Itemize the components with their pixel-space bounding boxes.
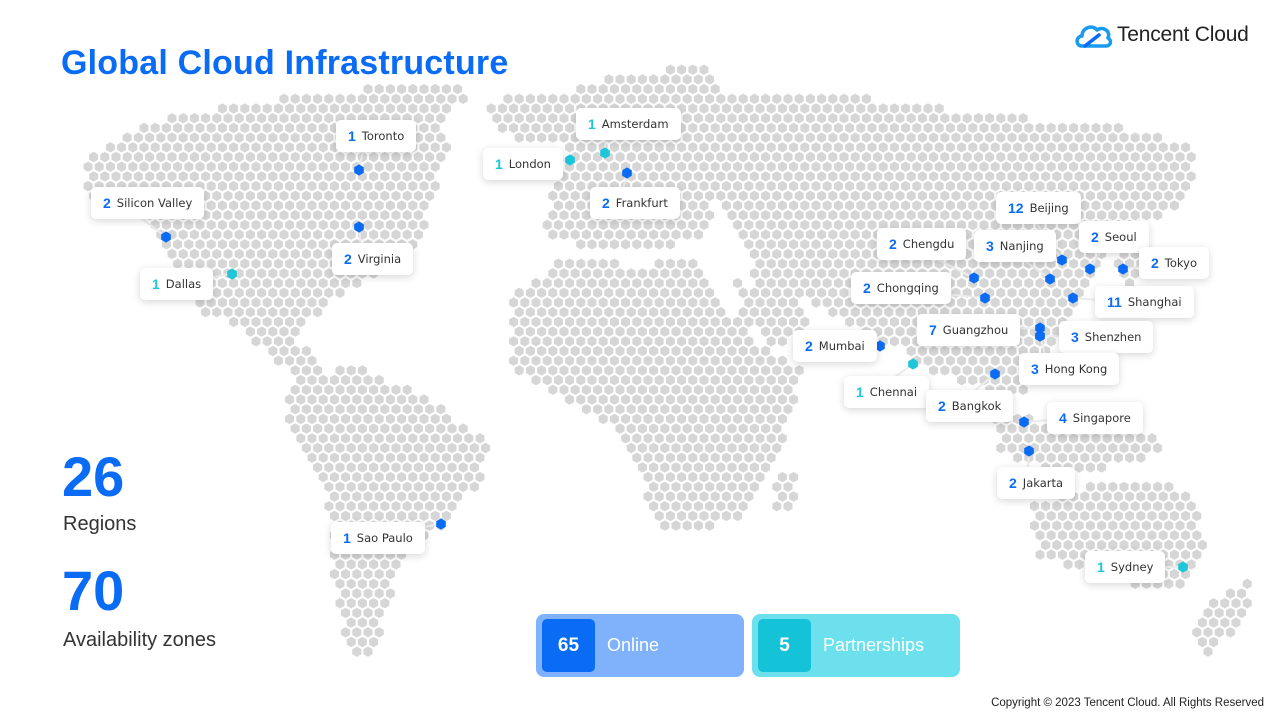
cloud-icon (1075, 25, 1113, 48)
region-callout-singapore[interactable]: 4 Singapore (1047, 402, 1143, 434)
zone-count: 1 (152, 276, 160, 292)
region-callout-dallas[interactable]: 1 Dallas (140, 268, 214, 300)
zone-count: 2 (103, 195, 111, 211)
city-name: Amsterdam (601, 117, 669, 131)
city-name: Virginia (357, 252, 402, 266)
region-callout-beijing[interactable]: 12 Beijing (996, 192, 1081, 224)
online-label: Online (607, 635, 660, 655)
region-callout-mumbai[interactable]: 2 Mumbai (793, 330, 877, 362)
regions-label: Regions (63, 513, 137, 535)
city-name: Silicon Valley (116, 196, 193, 210)
online-summary: 65 Online (536, 614, 744, 677)
city-name: Hong Kong (1044, 362, 1108, 376)
city-name: Singapore (1072, 411, 1131, 425)
zone-count: 11 (1107, 294, 1122, 310)
region-callout-nanjing[interactable]: 3 Nanjing (974, 230, 1056, 262)
zone-count: 3 (1031, 361, 1039, 377)
zone-count: 2 (1009, 475, 1017, 491)
availability-zones-count: 70 (62, 559, 125, 622)
region-callout-silicon-valley[interactable]: 2 Silicon Valley (91, 187, 205, 219)
partnerships-count-badge: 5 (758, 619, 811, 672)
logo-text: Tencent Cloud (1117, 23, 1249, 46)
city-name: Guangzhou (942, 323, 1009, 337)
zone-count: 1 (495, 156, 503, 172)
city-name: Tokyo (1164, 256, 1197, 270)
zone-count: 1 (588, 116, 596, 132)
region-callout-sydney[interactable]: 1 Sydney (1085, 551, 1166, 583)
city-name: Chengdu (902, 237, 955, 251)
zone-count: 1 (343, 530, 351, 546)
region-callout-virginia[interactable]: 2 Virginia (332, 243, 414, 275)
city-name: Beijing (1029, 201, 1069, 215)
city-name: Jakarta (1022, 476, 1064, 490)
copyright-text: Copyright © 2023 Tencent Cloud. All Righ… (991, 697, 1264, 709)
partnerships-summary: 5 Partnerships (752, 614, 960, 677)
zone-count: 7 (929, 322, 937, 338)
region-callout-shanghai[interactable]: 11 Shanghai (1095, 286, 1194, 318)
city-name: Bangkok (951, 399, 1002, 413)
region-callout-chennai[interactable]: 1 Chennai (844, 376, 930, 408)
region-callout-amsterdam[interactable]: 1 Amsterdam (576, 108, 681, 140)
region-callout-seoul[interactable]: 2 Seoul (1079, 221, 1149, 253)
region-callout-sao-paulo[interactable]: 1 Sao Paulo (331, 522, 425, 554)
region-callout-toronto[interactable]: 1 Toronto (336, 120, 417, 152)
region-callout-jakarta[interactable]: 2 Jakarta (997, 467, 1076, 499)
city-name: Seoul (1104, 230, 1137, 244)
zone-count: 3 (1071, 329, 1079, 345)
zone-count: 2 (889, 236, 897, 252)
city-name: Shanghai (1127, 295, 1182, 309)
zone-count: 1 (1097, 559, 1105, 575)
zone-count: 2 (1091, 229, 1099, 245)
zone-count: 2 (863, 280, 871, 296)
tencent-cloud-logo: Tencent Cloud (1073, 20, 1249, 50)
city-name: Sao Paulo (356, 531, 413, 545)
city-name: Dallas (165, 277, 202, 291)
city-name: Shenzhen (1084, 330, 1142, 344)
regions-count: 26 (62, 445, 125, 508)
region-callout-chengdu[interactable]: 2 Chengdu (877, 228, 967, 260)
region-callout-tokyo[interactable]: 2 Tokyo (1139, 247, 1209, 279)
zone-count: 2 (602, 195, 610, 211)
zone-count: 2 (938, 398, 946, 414)
region-callout-shenzhen[interactable]: 3 Shenzhen (1059, 321, 1154, 353)
city-name: Nanjing (999, 239, 1044, 253)
zone-count: 2 (344, 251, 352, 267)
zone-count: 2 (1151, 255, 1159, 271)
region-callout-hong-kong[interactable]: 3 Hong Kong (1019, 353, 1120, 385)
zone-count: 2 (805, 338, 813, 354)
city-name: Chennai (869, 385, 918, 399)
region-callout-bangkok[interactable]: 2 Bangkok (926, 390, 1014, 422)
city-name: Toronto (361, 129, 405, 143)
zone-count: 12 (1008, 200, 1024, 216)
city-name: Chongqing (876, 281, 939, 295)
region-callout-london[interactable]: 1 London (483, 148, 563, 180)
city-name: Frankfurt (615, 196, 668, 210)
region-callout-frankfurt[interactable]: 2 Frankfurt (590, 187, 680, 219)
region-callout-chongqing[interactable]: 2 Chongqing (851, 272, 951, 304)
city-name: London (508, 157, 551, 171)
city-name: Sydney (1110, 560, 1154, 574)
online-count-badge: 65 (542, 619, 595, 672)
zone-count: 1 (856, 384, 864, 400)
city-name: Mumbai (818, 339, 865, 353)
region-callout-guangzhou[interactable]: 7 Guangzhou (917, 314, 1021, 346)
zone-count: 4 (1059, 410, 1067, 426)
page-title: Global Cloud Infrastructure (61, 44, 509, 82)
zone-count: 3 (986, 238, 994, 254)
zone-count: 1 (348, 128, 356, 144)
partnerships-label: Partnerships (823, 635, 925, 655)
availability-zones-label: Availability zones (63, 629, 217, 651)
